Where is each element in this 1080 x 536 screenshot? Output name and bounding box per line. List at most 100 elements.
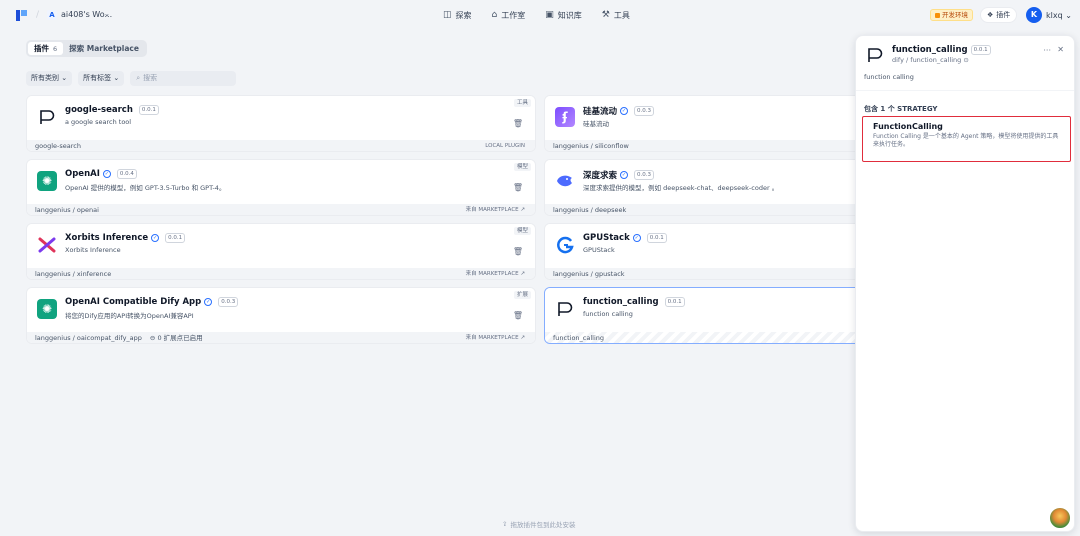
source-label[interactable]: 来自 MARKETPLACE ↗ xyxy=(466,332,525,343)
card-footer: google-search LOCAL PLUGIN xyxy=(27,140,535,151)
trash-icon[interactable]: 🗑 xyxy=(513,311,523,320)
divider xyxy=(856,90,1074,91)
panel-title-text: function_calling xyxy=(892,45,968,55)
card-description: Xorbits Inference xyxy=(65,246,121,254)
card-body: google-search 0.0.1 a google search tool 工具… xyxy=(27,96,535,140)
version-badge: 0.0.4 xyxy=(116,169,137,179)
plugin-id: langgenius / oaicompat_dify_app xyxy=(35,334,142,342)
search-input[interactable]: ⌕ 搜索 xyxy=(130,71,237,86)
card-body: ✺ OpenAI ✓ 0.0.4 OpenAI 提供的模型，例如 GPT-3.5-Tur… xyxy=(27,160,535,204)
nav-explore[interactable]: ◫ 探索 xyxy=(443,8,472,22)
card-title: function_calling 0.0.1 xyxy=(583,297,685,307)
dify-logo-icon[interactable] xyxy=(16,10,27,21)
version-badge: 0.0.1 xyxy=(646,233,667,243)
source-label[interactable]: 来自 MARKETPLACE ↗ xyxy=(466,268,525,279)
workspace-badge[interactable]: A xyxy=(47,10,57,20)
more-icon[interactable]: ··· xyxy=(1043,46,1051,55)
tab-label: 探索 Marketplace xyxy=(69,44,139,53)
card-title-text: 硅基流动 xyxy=(583,107,618,117)
p-logo-icon xyxy=(37,107,57,127)
card-title-text: OpenAI Compatible Dify App xyxy=(65,297,202,307)
plugin-card[interactable]: ✺ OpenAI ✓ 0.0.4 OpenAI 提供的模型，例如 GPT-3.5-Tur… xyxy=(26,159,536,216)
strategy-description: Function Calling 是一个基本的 Agent 策略，模型将使用提供… xyxy=(873,133,1059,148)
plugins-button[interactable]: ❖ 插件 xyxy=(980,7,1018,23)
category-filter[interactable]: 所有类别 ⌄ xyxy=(26,71,73,86)
top-header: / A ai408's Wo... ⌄ ◫ 探索 ⌂ 工作室 ▣ 知识库 ⚒ 工… xyxy=(0,0,1080,30)
nav-tools[interactable]: ⚒ 工具 xyxy=(602,8,630,22)
chevron-down-icon[interactable]: ⌄ xyxy=(104,10,110,18)
category-tag: 扩展 xyxy=(513,291,531,299)
robot-icon: ⌂ xyxy=(491,10,498,20)
source-label[interactable]: 来自 MARKETPLACE ↗ xyxy=(466,204,525,215)
verified-icon: ✓ xyxy=(632,234,641,242)
dev-env-label: 开发环境 xyxy=(942,11,968,19)
card-body: ✺ OpenAI Compatible Dify App ✓ 0.0.3 将您的Dify… xyxy=(27,288,535,332)
search-placeholder: 搜索 xyxy=(143,74,158,82)
drop-hint: ⇪ 拖放插件包到此处安装 xyxy=(502,519,575,529)
strategy-item[interactable]: FunctionCalling Function Calling 是一个基本的 … xyxy=(862,116,1071,162)
close-icon[interactable]: ✕ xyxy=(1057,45,1064,54)
card-description: function calling xyxy=(583,310,633,318)
plugin-card[interactable]: google-search 0.0.1 a google search tool 工具… xyxy=(26,95,536,152)
nav-studio[interactable]: ⌂ 工作室 xyxy=(492,8,526,22)
plugin-card[interactable]: Xorbits Inference ✓ 0.0.1 Xorbits Inference… xyxy=(26,223,536,280)
category-tag: 模型 xyxy=(513,227,531,235)
card-title: 深度求索 ✓ 0.0.3 xyxy=(583,169,655,181)
nav-label: 知识库 xyxy=(557,10,582,20)
verified-icon: ✓ xyxy=(204,298,213,306)
tab-marketplace[interactable]: 探索 Marketplace xyxy=(63,42,145,55)
panel-title: function_calling 0.0.1 xyxy=(892,45,991,55)
trash-icon[interactable]: 🗑 xyxy=(513,247,523,256)
trash-icon[interactable]: 🗑 xyxy=(513,119,523,128)
plugin-tabs: 插件 6 探索 Marketplace xyxy=(26,40,147,57)
compass-icon: ◫ xyxy=(443,10,452,20)
nav-knowledge[interactable]: ▣ 知识库 xyxy=(545,8,582,22)
tab-plugins[interactable]: 插件 6 xyxy=(28,42,64,55)
version-badge: 0.0.1 xyxy=(138,105,159,115)
trash-icon[interactable]: 🗑 xyxy=(513,183,523,192)
nav-label: 探索 xyxy=(455,10,472,20)
plugin-id: langgenius / gpustack xyxy=(553,270,625,278)
strategy-section-title: 包含 1 个 STRATEGY xyxy=(864,105,938,113)
card-description: OpenAI 提供的模型，例如 GPT-3.5-Turbo 和 GPT-4。 xyxy=(65,184,226,192)
nav-label: 工具 xyxy=(613,10,630,20)
plugin-detail-panel: function_calling 0.0.1 dify / function_c… xyxy=(855,35,1075,532)
p-logo-icon xyxy=(868,48,883,62)
plugin-id: langgenius / openai xyxy=(35,206,99,214)
card-footer: langgenius / xinference 来自 MARKETPLACE ↗ xyxy=(27,268,535,279)
card-title: OpenAI ✓ 0.0.4 xyxy=(65,169,137,179)
nav-label: 工作室 xyxy=(501,10,526,20)
card-body: Xorbits Inference ✓ 0.0.1 Xorbits Inference… xyxy=(27,224,535,268)
card-title: Xorbits Inference ✓ 0.0.1 xyxy=(65,233,186,243)
plugin-card[interactable]: ✺ OpenAI Compatible Dify App ✓ 0.0.3 将您的Dify… xyxy=(26,287,536,344)
panel-description: function calling xyxy=(864,73,914,81)
category-filter-label: 所有类别 xyxy=(31,74,59,82)
version-badge: 0.0.1 xyxy=(664,297,685,307)
username[interactable]: klxq ⌄ xyxy=(1046,11,1072,20)
plugin-id: langgenius / siliconflow xyxy=(553,142,629,150)
version-badge: 0.0.3 xyxy=(634,106,655,116)
card-title: google-search 0.0.1 xyxy=(65,105,159,115)
deepseek-icon xyxy=(555,171,575,191)
shield-icon: ⊙ xyxy=(963,56,969,64)
tags-filter[interactable]: 所有标签 ⌄ xyxy=(78,71,125,86)
dev-env-icon xyxy=(935,12,940,18)
plugin-id: langgenius / deepseek xyxy=(553,206,627,214)
breadcrumb-separator: / xyxy=(36,10,40,20)
card-description: GPUStack xyxy=(583,246,615,254)
version-badge: 0.0.3 xyxy=(218,297,239,307)
floating-avatar[interactable] xyxy=(1048,506,1072,530)
tags-filter-label: 所有标签 xyxy=(83,74,112,82)
xinference-icon xyxy=(37,235,57,255)
extension-count: ⊖ 0 扩展点已启用 xyxy=(149,334,203,342)
openai-icon: ✺ xyxy=(37,299,57,319)
source-label[interactable]: LOCAL PLUGIN xyxy=(485,140,525,151)
card-title: OpenAI Compatible Dify App ✓ 0.0.3 xyxy=(65,297,239,307)
panel-subtitle-text: dify / function_calling xyxy=(892,56,962,64)
category-tag: 模型 xyxy=(513,163,531,171)
extension-count-text: 0 扩展点已启用 xyxy=(157,334,203,342)
upload-icon: ⇪ xyxy=(502,520,508,528)
tool-icon: ⚒ xyxy=(601,10,610,20)
card-title-text: GPUStack xyxy=(583,233,630,243)
avatar[interactable]: K xyxy=(1026,7,1042,23)
